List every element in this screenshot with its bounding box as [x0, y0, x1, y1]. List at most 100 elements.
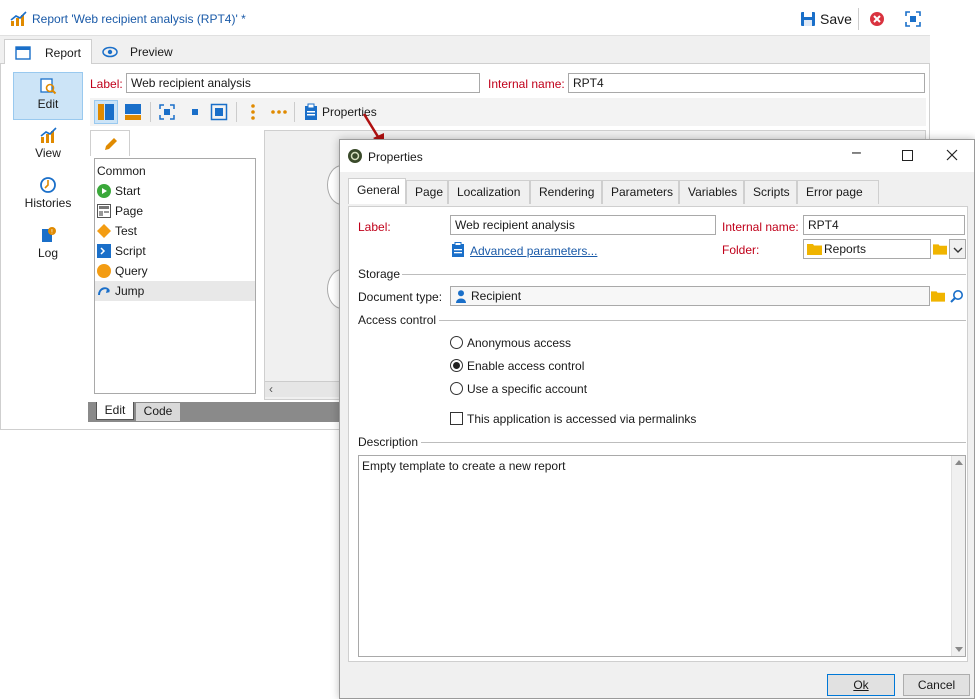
zoom-extend-icon[interactable]	[210, 103, 228, 121]
clock-icon	[40, 177, 56, 193]
radio-enable-access-label: Enable access control	[467, 359, 585, 373]
chevron-down-icon[interactable]	[955, 647, 963, 652]
layout-rows-icon[interactable]	[124, 103, 142, 121]
pencil-icon	[105, 138, 117, 150]
palette-item-query[interactable]: Query	[95, 261, 255, 281]
palette-item-label: Start	[115, 184, 141, 198]
palette-item-jump[interactable]: Jump	[95, 281, 255, 301]
palette-item-label: Test	[115, 224, 138, 238]
folder-icon	[807, 244, 822, 255]
zoom-fit-icon[interactable]	[158, 103, 176, 121]
close-icon[interactable]	[946, 149, 958, 161]
horizontal-dots-icon[interactable]	[270, 103, 288, 121]
doctype-caption: Document type:	[358, 290, 443, 304]
palette-item-test[interactable]: Test	[95, 221, 255, 241]
zoom-actual-icon[interactable]	[186, 103, 204, 121]
edit-magnifier-icon	[40, 78, 57, 95]
vertical-scrollbar[interactable]	[951, 456, 965, 656]
sidebar-item-label: Edit	[37, 97, 59, 111]
chevron-left-icon[interactable]: ‹	[269, 382, 273, 396]
minimize-button[interactable]: –	[852, 144, 861, 162]
folder-dropdown[interactable]	[949, 239, 966, 259]
folder-browse-icon[interactable]	[933, 243, 947, 255]
palette-list: Common Start Page Test Script Query Jump	[94, 158, 256, 394]
doctype-folder-icon[interactable]	[931, 290, 945, 302]
script-icon	[97, 244, 111, 258]
sidebar-item-histories[interactable]: Histories	[13, 172, 83, 220]
toolbar-separator	[858, 8, 859, 30]
log-icon: !	[42, 227, 56, 242]
palette-tab[interactable]	[90, 130, 130, 156]
tab-scripts[interactable]: Scripts	[744, 180, 797, 204]
search-icon[interactable]	[950, 289, 964, 303]
doctype-input[interactable]: Recipient	[450, 286, 930, 306]
dialog-internal-caption: Internal name:	[722, 220, 799, 234]
dialog-label-caption: Label:	[358, 220, 391, 234]
tab-code[interactable]: Code	[136, 403, 180, 421]
advanced-parameters-link[interactable]: Advanced parameters...	[470, 244, 597, 258]
toolbar-separator	[294, 102, 295, 122]
storage-divider	[402, 274, 966, 275]
ok-button[interactable]: Ok	[827, 674, 895, 696]
tab-report-label: Report	[45, 46, 82, 60]
description-textarea[interactable]: Empty template to create a new report	[358, 455, 966, 657]
tab-rendering[interactable]: Rendering	[530, 180, 602, 204]
radio-specific-account[interactable]	[450, 382, 463, 395]
maximize-frame-icon[interactable]	[905, 11, 921, 27]
view-tabs: Report Preview	[0, 36, 930, 65]
tab-parameters[interactable]: Parameters	[602, 180, 679, 204]
access-section: Access control	[358, 313, 437, 327]
report-label-caption: Label:	[90, 77, 123, 91]
tab-edit[interactable]: Edit	[96, 402, 134, 420]
query-circle-icon	[97, 264, 111, 278]
tab-general[interactable]: General	[348, 178, 406, 204]
tab-preview[interactable]: Preview	[94, 39, 180, 64]
layout-vertical-button[interactable]	[94, 100, 118, 124]
sidebar-item-label: Log	[37, 246, 59, 260]
sidebar-item-edit[interactable]: Edit	[13, 72, 83, 120]
close-circle-icon[interactable]	[869, 11, 885, 27]
sidebar-item-log[interactable]: ! Log	[13, 222, 83, 270]
radio-anonymous-label: Anonymous access	[467, 336, 572, 350]
palette-item-start[interactable]: Start	[95, 181, 255, 201]
folder-input[interactable]: Reports	[803, 239, 931, 259]
vertical-dots-icon[interactable]	[244, 103, 262, 121]
radio-anonymous[interactable]	[450, 336, 463, 349]
sidebar-item-view[interactable]: View	[13, 122, 83, 170]
sidebar-item-label: Histories	[24, 196, 72, 210]
folder-caption: Folder:	[722, 243, 760, 257]
palette-item-label: Jump	[115, 284, 145, 298]
palette-item-script[interactable]: Script	[95, 241, 255, 261]
permalink-checkbox[interactable]	[450, 412, 463, 425]
palette-item-page[interactable]: Page	[95, 201, 255, 221]
save-button[interactable]: Save	[820, 11, 852, 27]
test-diamond-icon	[97, 224, 111, 238]
dialog-internal-input[interactable]: RPT4	[803, 215, 965, 235]
start-icon	[97, 184, 111, 198]
chevron-up-icon[interactable]	[955, 460, 963, 465]
title-bar: Report 'Web recipient analysis (RPT4)' *…	[0, 0, 930, 36]
tab-error-page[interactable]: Error page	[797, 180, 879, 204]
toolbar-separator	[236, 102, 237, 122]
cancel-button[interactable]: Cancel	[903, 674, 970, 696]
tab-page[interactable]: Page	[406, 180, 448, 204]
description-section: Description	[358, 435, 419, 449]
properties-dialog: Properties – General Page Localization R…	[339, 139, 975, 699]
palette-item-label: Page	[115, 204, 144, 218]
dialog-label-input[interactable]: Web recipient analysis	[450, 215, 716, 235]
radio-enable-access[interactable]	[450, 359, 463, 372]
report-internal-input[interactable]: RPT4	[568, 73, 925, 93]
tab-variables[interactable]: Variables	[679, 180, 744, 204]
tab-report[interactable]: Report	[4, 39, 92, 65]
tab-localization[interactable]: Localization	[448, 180, 530, 204]
dialog-title-bar: Properties –	[340, 140, 974, 172]
chevron-down-icon	[953, 247, 963, 253]
report-label-input[interactable]: Web recipient analysis	[126, 73, 480, 93]
maximize-button[interactable]	[902, 150, 913, 161]
properties-clipboard-icon[interactable]	[302, 103, 320, 121]
app-logo-icon	[348, 149, 362, 163]
svg-text:!: !	[51, 229, 53, 236]
permalink-label: This application is accessed via permali…	[467, 412, 697, 426]
save-icon[interactable]	[800, 11, 816, 27]
folder-value: Reports	[824, 242, 867, 256]
